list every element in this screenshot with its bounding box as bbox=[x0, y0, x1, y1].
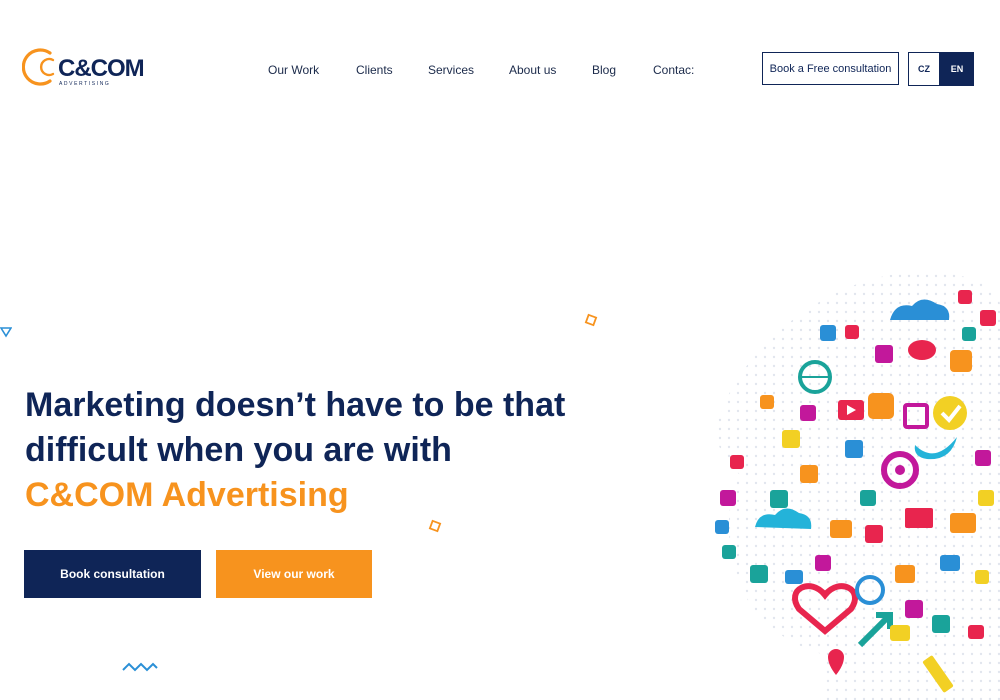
nav-clients[interactable]: Clients bbox=[356, 63, 393, 77]
nav-contact[interactable]: Contac: bbox=[653, 63, 694, 77]
nav-about-us[interactable]: About us bbox=[509, 63, 556, 77]
wave-decoration-icon bbox=[122, 662, 158, 672]
checkmark-icon bbox=[933, 396, 967, 430]
triangle-decoration-icon bbox=[0, 327, 12, 338]
language-cz-button[interactable]: CZ bbox=[908, 52, 940, 86]
icon-head-illustration bbox=[715, 272, 1000, 700]
chat-icon bbox=[908, 340, 936, 360]
diamond-decoration-icon bbox=[584, 313, 598, 327]
book-consultation-button[interactable]: Book consultation bbox=[24, 550, 201, 598]
truck-icon bbox=[905, 508, 933, 528]
hero-heading-line1: Marketing doesn’t have to be that bbox=[25, 386, 566, 424]
language-en-button[interactable]: EN bbox=[940, 52, 974, 86]
logo-mark bbox=[22, 48, 55, 86]
hero-heading-brand: C&COM Advertising bbox=[25, 476, 349, 514]
free-consultation-button[interactable]: Book a Free consultation bbox=[762, 52, 899, 85]
logo-wordmark: C&COM bbox=[58, 55, 145, 82]
logo-tagline: ADVERTISING bbox=[59, 81, 111, 87]
brand-logo[interactable]: C&COM ADVERTISING bbox=[22, 45, 145, 93]
wifi-icon bbox=[868, 393, 894, 419]
diamond-decoration-icon bbox=[428, 519, 442, 533]
nav-our-work[interactable]: Our Work bbox=[268, 63, 319, 77]
nav-blog[interactable]: Blog bbox=[592, 63, 616, 77]
view-work-button[interactable]: View our work bbox=[216, 550, 372, 598]
hero-heading-line2: difficult when you are with bbox=[25, 431, 452, 469]
nav-services[interactable]: Services bbox=[428, 63, 474, 77]
